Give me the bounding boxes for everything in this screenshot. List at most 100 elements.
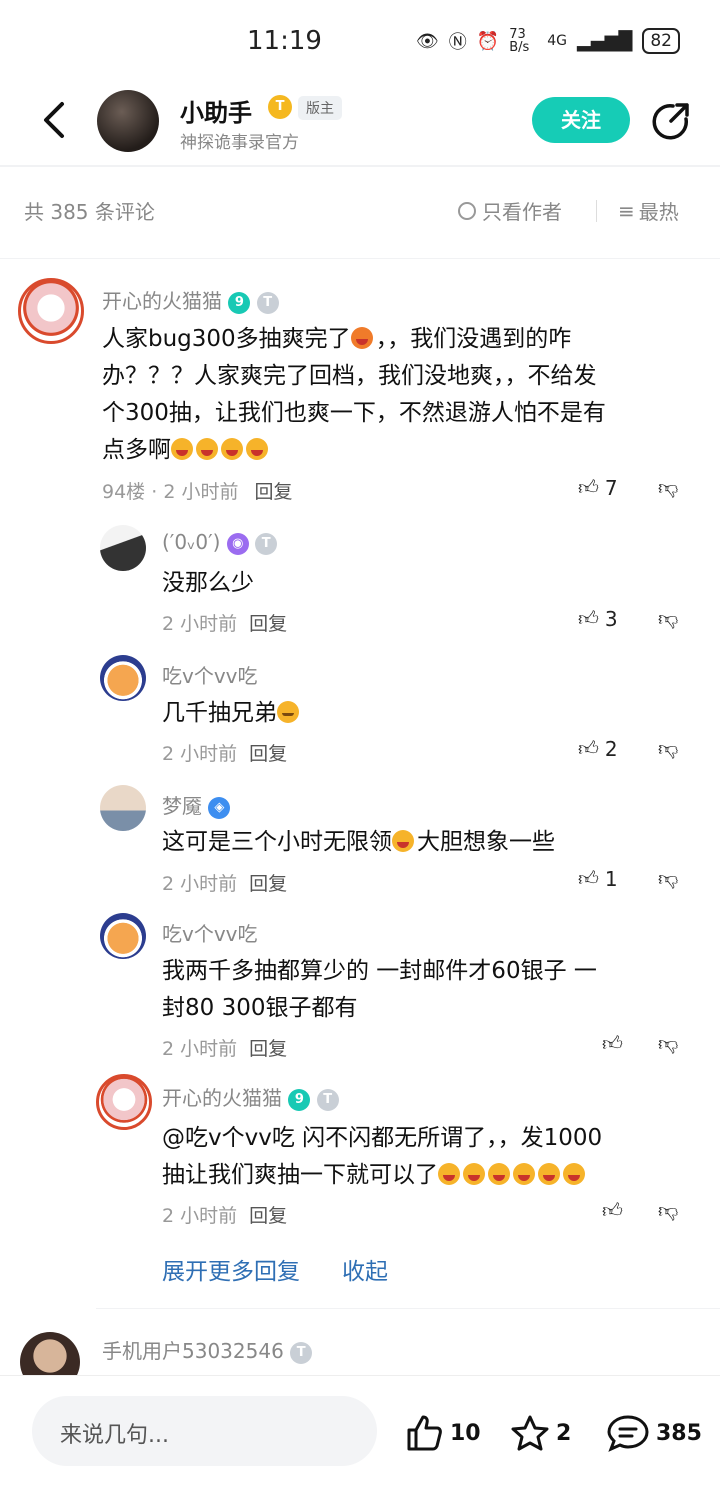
like-button[interactable]: 👍︎ <box>602 1198 623 1223</box>
comment-line: 办？？？人家爽完了回档，我们没地爽，，不给发 <box>102 363 597 389</box>
like-count: 1 <box>604 866 618 891</box>
comment-meta: 94楼 · 2 小时前 回复 <box>102 481 293 503</box>
radio-circle-icon <box>458 201 476 220</box>
net-speed: 73 B/s <box>509 27 530 55</box>
commenter-name[interactable]: 手机用户53032546 T <box>102 1335 313 1364</box>
title-badge: T <box>316 1088 339 1111</box>
reply-user-name: 开心的火猫猫 <box>162 1086 282 1110</box>
grin-emoji-icon <box>488 1163 510 1185</box>
grin-emoji-icon <box>563 1163 585 1185</box>
only-author-label: 只看作者 <box>482 200 562 224</box>
reply-link[interactable]: 回复 <box>249 613 287 635</box>
comment-line: 人家bug300多抽爽完了 <box>102 326 351 352</box>
thumb-up-icon: 👍︎ <box>578 606 599 630</box>
like-button[interactable]: 👍︎ 2 <box>578 736 618 761</box>
reply-user[interactable]: 开心的火猫猫 9 T <box>162 1082 339 1111</box>
reply-meta: 2 小时前 回复 <box>162 739 287 766</box>
reply-meta: 2 小时前 回复 <box>162 609 287 636</box>
battery-indicator: 82 <box>642 28 680 54</box>
reply-line: @吃v个vv吃 闪不闪都无所谓了，，发1000 <box>162 1125 603 1151</box>
reply-link[interactable]: 回复 <box>255 481 293 503</box>
dislike-button[interactable]: 👎︎ <box>658 866 678 891</box>
dislike-button[interactable]: 👎︎ <box>658 606 678 631</box>
grin-emoji-icon <box>221 438 243 460</box>
thumb-down-icon: 👎︎ <box>658 606 679 630</box>
reply-avatar[interactable] <box>100 655 146 701</box>
title-badge: T <box>290 1341 313 1364</box>
dislike-button[interactable]: 👎︎ <box>658 736 678 761</box>
like-button[interactable]: 👍︎ 3 <box>578 606 618 631</box>
reply-text: 这可是三个小时无限领 大胆想象一些 <box>162 824 555 861</box>
dislike-button[interactable]: 👎︎ <box>658 1031 678 1056</box>
title-level-badge: T <box>268 95 292 119</box>
comment-bubble-icon <box>607 1415 649 1452</box>
reply-avatar[interactable] <box>100 525 146 571</box>
reply-link[interactable]: 回复 <box>249 873 287 895</box>
thumb-up-icon: 👍︎ <box>578 736 599 760</box>
like-button[interactable]: 👍︎ 7 <box>578 475 618 500</box>
thumb-down-icon: 👎︎ <box>658 475 679 499</box>
reply-line: 抽让我们爽抽一下就可以了 <box>162 1162 438 1188</box>
commenter-name-text: 手机用户53032546 <box>102 1339 284 1363</box>
like-count: 3 <box>604 606 618 631</box>
sort-toggle[interactable]: ≡ 最热 <box>618 196 679 225</box>
like-button[interactable]: 👍︎ <box>602 1031 623 1056</box>
thumb-up-icon: 👍︎ <box>578 866 599 890</box>
comments-button[interactable]: 385 <box>606 1413 702 1453</box>
reply-link[interactable]: 回复 <box>249 1205 287 1227</box>
reply-avatar[interactable] <box>100 913 146 959</box>
thumb-up-icon: 👍︎ <box>578 475 599 499</box>
status-time: 11:19 <box>247 26 322 56</box>
expand-more-replies[interactable]: 展开更多回复 <box>162 1252 300 1286</box>
back-arrow-icon[interactable] <box>36 100 76 140</box>
like-count: 2 <box>604 736 618 761</box>
favorite-button[interactable]: 2 <box>510 1413 571 1453</box>
angry-emoji-icon <box>350 327 373 349</box>
alarm-icon: ⏰ <box>476 30 500 52</box>
reply-link[interactable]: 回复 <box>249 743 287 765</box>
reply-user-name: (′0ᵥ0′) <box>162 530 221 554</box>
bar-divider <box>0 258 720 259</box>
dislike-button[interactable]: 👎︎ <box>658 475 678 500</box>
grin-emoji-icon <box>392 830 414 852</box>
reply-link[interactable]: 回复 <box>249 1038 287 1060</box>
author-subtitle: 神探诡事录官方 <box>180 133 299 153</box>
comment-count: 共 385 条评论 <box>24 200 155 224</box>
reply-text: @吃v个vv吃 闪不闪都无所谓了，，发1000 抽让我们爽抽一下就可以了 <box>162 1120 602 1194</box>
reply-avatar[interactable] <box>96 1074 152 1130</box>
thumb-up-icon <box>407 1415 442 1451</box>
post-like-count: 10 <box>450 1420 481 1446</box>
only-author-toggle[interactable]: 只看作者 <box>458 196 562 225</box>
reply-user[interactable]: 吃v个vv吃 <box>162 918 258 947</box>
commenter-avatar[interactable] <box>18 278 84 344</box>
like-button[interactable]: 👍︎ 1 <box>578 866 618 891</box>
reply-meta: 2 小时前 回复 <box>162 869 287 896</box>
floor-number: 94楼 <box>102 481 146 503</box>
reply-time: 2 小时前 <box>162 873 238 895</box>
collapse-replies[interactable]: 收起 <box>342 1252 388 1286</box>
thumb-down-icon: 👎︎ <box>658 736 679 760</box>
level-badge: 9 <box>228 291 251 314</box>
grin-emoji-icon <box>246 438 268 460</box>
separator <box>596 200 597 222</box>
grin-emoji-icon <box>513 1163 535 1185</box>
network-type: 4G <box>547 33 567 49</box>
reply-user[interactable]: 梦魇 ◈ <box>162 790 231 819</box>
smile-emoji-icon <box>277 701 299 723</box>
grin-emoji-icon <box>196 438 218 460</box>
follow-button[interactable]: 关注 <box>532 97 630 143</box>
commenter-name[interactable]: 开心的火猫猫 9 T <box>102 285 279 314</box>
reply-user[interactable]: 吃v个vv吃 <box>162 660 258 689</box>
author-avatar[interactable] <box>97 90 159 152</box>
comment-text: 人家bug300多抽爽完了 ，，我们没遇到的咋 办？？？人家爽完了回档，我们没地爽… <box>102 321 702 469</box>
grin-emoji-icon <box>463 1163 485 1185</box>
comment-divider <box>96 1308 720 1309</box>
post-like-button[interactable]: 10 <box>404 1413 481 1453</box>
reply-time: 2 小时前 <box>162 613 238 635</box>
dislike-button[interactable]: 👎︎ <box>658 1198 678 1223</box>
status-icons: 👁 Ⓝ ⏰ 73 B/s 4G ▂▄▆█ 82 <box>416 28 680 54</box>
reply-text-span: 几千抽兄弟 <box>162 700 277 726</box>
share-icon[interactable] <box>651 101 691 141</box>
reply-user[interactable]: (′0ᵥ0′) ◉ T <box>162 530 278 555</box>
reply-avatar[interactable] <box>100 785 146 831</box>
